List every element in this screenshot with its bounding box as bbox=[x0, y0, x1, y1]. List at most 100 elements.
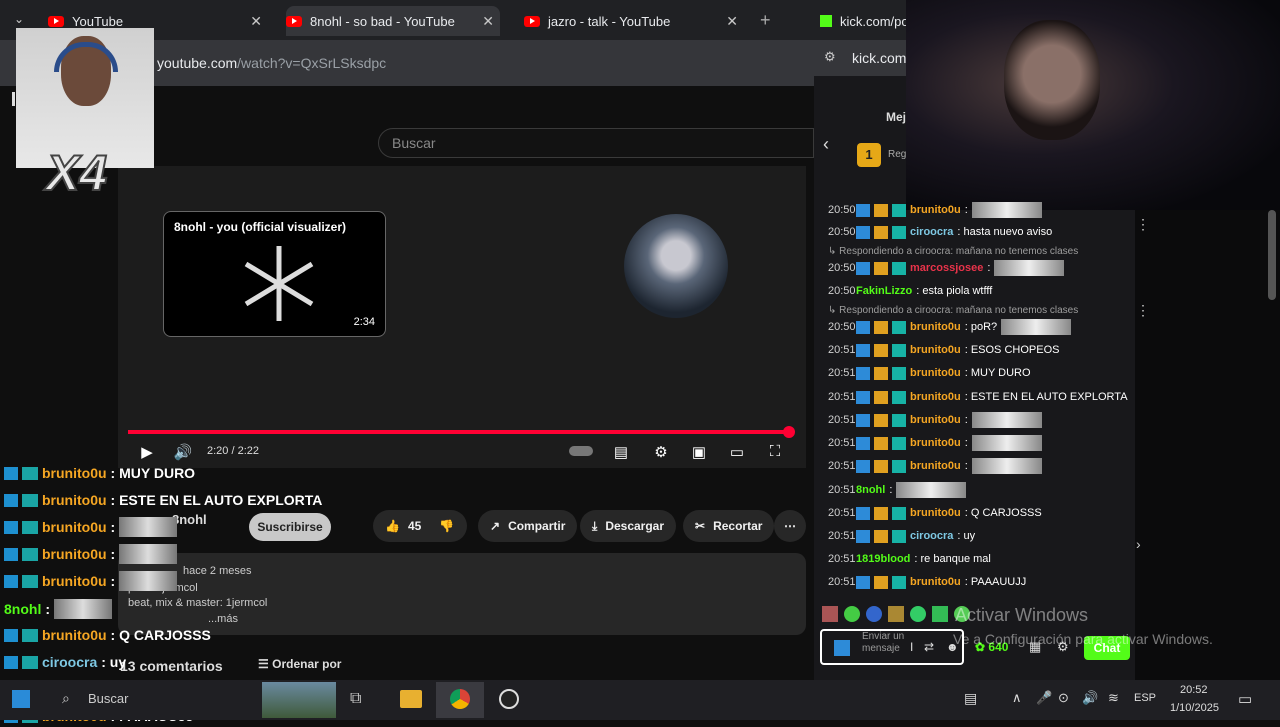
chat-username[interactable]: 8nohl bbox=[856, 484, 885, 496]
chat-message[interactable]: 20:50 marcossjosee: bbox=[828, 258, 1065, 278]
chat-message[interactable]: 20:51 brunito0u: bbox=[828, 410, 1042, 430]
progress-bar[interactable] bbox=[128, 430, 790, 434]
message-time: 20:51 bbox=[828, 507, 856, 519]
endscreen-video-card[interactable]: 8nohl - you (official visualizer) 2:34 bbox=[163, 211, 386, 337]
chat-username[interactable]: ciroocra bbox=[910, 530, 953, 542]
tab-jazro-talk[interactable]: jazro - talk - YouTube ✕ bbox=[524, 6, 738, 36]
new-tab-icon[interactable]: + bbox=[760, 10, 771, 31]
theater-mode-icon[interactable]: ▭ bbox=[726, 443, 748, 461]
thumbs-down-icon[interactable]: 👎 bbox=[439, 519, 454, 533]
chat-username[interactable]: brunito0u bbox=[910, 204, 961, 216]
chat-badge-icon bbox=[856, 343, 870, 357]
microphone-icon[interactable]: 🎤 bbox=[1036, 690, 1052, 706]
network-icon[interactable]: ≋ bbox=[1108, 690, 1119, 706]
chat-username[interactable]: brunito0u bbox=[910, 507, 961, 519]
emote-icon[interactable] bbox=[866, 606, 882, 622]
like-dislike-group[interactable]: 👍 45 👎 bbox=[373, 510, 467, 542]
tab-8nohl-so-bad[interactable]: 8nohl - so bad - YouTube ✕ bbox=[286, 6, 500, 36]
commands-icon[interactable]: ⇄ bbox=[924, 640, 934, 654]
message-time: 20:51 bbox=[828, 414, 856, 426]
search-highlight-image[interactable] bbox=[262, 682, 336, 718]
scrubber-handle[interactable] bbox=[783, 426, 795, 438]
chat-message[interactable]: 20:50 brunito0u: poR? bbox=[828, 317, 1072, 337]
chat-username[interactable]: brunito0u bbox=[910, 460, 961, 472]
chat-message[interactable]: 20:51 brunito0u: Q CARJOSSS bbox=[828, 503, 1042, 523]
chat-message[interactable]: 20:50 brunito0u: bbox=[828, 200, 1042, 220]
chat-username[interactable]: 1819blood bbox=[856, 553, 910, 565]
subtitles-icon[interactable]: ▤ bbox=[610, 443, 632, 461]
search-icon[interactable]: ⌕ bbox=[62, 690, 70, 707]
onedrive-icon[interactable]: ⊙ bbox=[1058, 690, 1069, 706]
autoplay-toggle[interactable] bbox=[568, 443, 594, 461]
close-tab-icon[interactable]: ✕ bbox=[482, 13, 494, 30]
emote-image bbox=[971, 412, 1042, 428]
chat-message-input[interactable]: Enviar un mensaje I ⇄ ☻ bbox=[820, 629, 964, 665]
overlay-chat-text: : MUY DURO bbox=[110, 465, 196, 481]
kick-url[interactable]: kick.com bbox=[852, 50, 906, 66]
more-actions-button[interactable]: ⋯ bbox=[774, 510, 806, 542]
chat-message[interactable]: 20:51 brunito0u: bbox=[828, 433, 1042, 453]
fullscreen-icon[interactable]: ⛶ bbox=[764, 443, 786, 461]
tab-kick[interactable]: kick.com/po bbox=[820, 6, 920, 36]
site-settings-icon[interactable]: ⚙ bbox=[824, 49, 836, 65]
language-indicator[interactable]: ESP bbox=[1134, 692, 1156, 704]
search-input[interactable]: Buscar bbox=[378, 128, 814, 158]
windows-start-icon[interactable] bbox=[12, 690, 30, 708]
emote-icon[interactable] bbox=[888, 606, 904, 622]
emote-icon[interactable] bbox=[822, 606, 838, 622]
taskbar-search[interactable]: Buscar bbox=[88, 691, 128, 706]
chat-username[interactable]: ciroocra bbox=[910, 226, 953, 238]
leaderboard-title: Mej bbox=[886, 110, 907, 124]
chat-message[interactable]: 20:50 ciroocra: hasta nuevo aviso bbox=[828, 222, 1052, 242]
miniplayer-icon[interactable]: ▣ bbox=[688, 443, 710, 461]
more-options-icon[interactable]: ⋮ bbox=[1136, 302, 1150, 319]
chat-message[interactable]: 20:51 brunito0u: MUY DURO bbox=[828, 363, 1031, 383]
show-hidden-icons-chevron[interactable]: ∧ bbox=[1012, 690, 1022, 706]
chat-message[interactable]: 20:51 1819blood: re banque mal bbox=[828, 549, 991, 569]
chevron-right-icon[interactable]: › bbox=[1136, 536, 1141, 552]
chat-username[interactable]: brunito0u bbox=[910, 367, 961, 379]
chat-username[interactable]: marcossjosee bbox=[910, 262, 983, 274]
chat-message[interactable]: 20:51 ciroocra: uy bbox=[828, 526, 975, 546]
back-chevron-icon[interactable]: ‹ bbox=[823, 134, 829, 155]
chat-username[interactable]: brunito0u bbox=[910, 391, 961, 403]
chat-message[interactable]: 20:51 brunito0u: bbox=[828, 456, 1042, 476]
chat-message[interactable]: 20:51 brunito0u: PAAAUUJJ bbox=[828, 572, 1026, 592]
emote-icon[interactable] bbox=[932, 606, 948, 622]
chat-message[interactable]: 20:50 FakinLizzo: esta piola wtfff bbox=[828, 281, 992, 301]
chat-message[interactable]: 20:51 brunito0u: ESOS CHOPEOS bbox=[828, 340, 1059, 360]
more-options-icon[interactable]: ⋮ bbox=[1136, 216, 1150, 233]
chat-username[interactable]: brunito0u bbox=[910, 576, 961, 588]
task-view-icon[interactable]: ⧉ bbox=[350, 690, 361, 708]
clock-date[interactable]: 1/10/2025 bbox=[1170, 702, 1219, 714]
volume-icon[interactable]: 🔊 bbox=[1082, 690, 1098, 706]
share-button[interactable]: ↗ Compartir bbox=[478, 510, 578, 542]
file-explorer-icon[interactable] bbox=[400, 690, 422, 708]
chrome-icon[interactable] bbox=[450, 689, 470, 709]
obs-icon[interactable] bbox=[499, 689, 519, 709]
scrollbar[interactable] bbox=[1268, 210, 1276, 300]
url-text[interactable]: youtube.com/watch?v=QxSrLSksdpc bbox=[157, 55, 386, 71]
chat-username[interactable]: brunito0u bbox=[910, 321, 961, 333]
close-tab-icon[interactable]: ✕ bbox=[726, 13, 738, 30]
emote-icon[interactable] bbox=[910, 606, 926, 622]
clock-time[interactable]: 20:52 bbox=[1180, 684, 1208, 696]
chat-username[interactable]: brunito0u bbox=[910, 437, 961, 449]
tab-list-icon[interactable]: ⌄ bbox=[14, 12, 24, 26]
chat-message[interactable]: 20:51 8nohl: bbox=[828, 480, 967, 500]
settings-gear-icon[interactable]: ⚙ bbox=[650, 443, 672, 461]
download-button[interactable]: ⤓ Descargar bbox=[580, 510, 677, 542]
thumbs-up-icon[interactable]: 👍 bbox=[385, 519, 400, 533]
chat-message[interactable]: 20:51 brunito0u: ESTE EN EL AUTO EXPLORTA bbox=[828, 387, 1128, 407]
chat-username[interactable]: brunito0u bbox=[910, 344, 961, 356]
channel-endscreen-avatar[interactable] bbox=[624, 214, 728, 318]
emote-icon[interactable] bbox=[844, 606, 860, 622]
chat-username[interactable]: brunito0u bbox=[910, 414, 961, 426]
overlay-chat-row: brunito0u: bbox=[4, 516, 178, 538]
chat-username[interactable]: FakinLizzo bbox=[856, 285, 912, 297]
news-icon[interactable]: ▤ bbox=[964, 690, 977, 707]
notifications-icon[interactable]: ▭ bbox=[1238, 690, 1252, 708]
chat-badge-icon bbox=[892, 529, 906, 543]
close-tab-icon[interactable]: ✕ bbox=[250, 13, 262, 30]
clip-button[interactable]: ✂ Recortar bbox=[683, 510, 775, 542]
